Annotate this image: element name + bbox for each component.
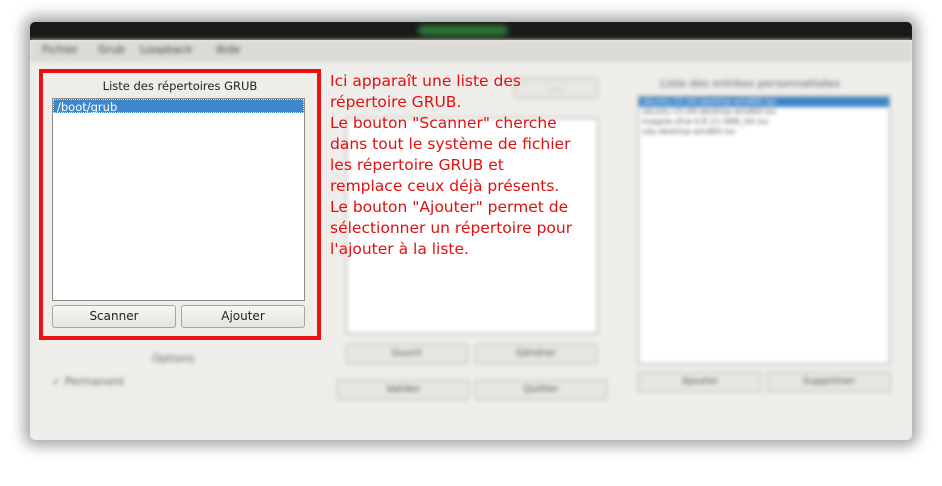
list-item[interactable]: sdy-desktop-amd64.iso xyxy=(639,127,889,137)
add-button[interactable]: Ajouter xyxy=(181,305,305,328)
annotation-line: Le bouton "Ajouter" permet de xyxy=(330,198,569,216)
menu-grub[interactable]: Grub xyxy=(98,43,125,56)
grub-directory-list[interactable]: /boot/grub xyxy=(52,98,305,301)
annotation-text: Ici apparaît une liste des répertoire GR… xyxy=(330,71,620,260)
annotation-line: Ici apparaît une liste des xyxy=(330,72,521,90)
annotation-line: remplace ceux déjà présents. xyxy=(330,177,560,195)
permanent-checkbox[interactable]: ✓ Permanent xyxy=(52,375,125,388)
scan-button[interactable]: Scanner xyxy=(52,305,176,328)
open-button[interactable]: Ouvrir xyxy=(346,344,468,364)
list-item[interactable]: /boot/grub xyxy=(53,99,304,114)
annotation-line: l'ajouter à la liste. xyxy=(330,240,469,258)
title-bar xyxy=(30,22,912,40)
menu-loopback[interactable]: Loopback xyxy=(140,43,193,56)
panel-title: Liste des répertoires GRUB xyxy=(102,79,258,93)
annotation-line: répertoire GRUB. xyxy=(330,93,462,111)
menu-fichier[interactable]: Fichier xyxy=(42,43,78,56)
add-entry-button[interactable]: Ajouter xyxy=(638,372,762,392)
list-item[interactable]: mageia-xfce-4.8.11-i486_64.iso xyxy=(639,117,889,127)
annotation-line: dans tout le système de fichier xyxy=(330,135,571,153)
list-item[interactable]: ubuntu-15.04-desktop-amd64.iso xyxy=(639,107,889,117)
menu-bar: Fichier Grub Loopback Aide xyxy=(30,40,912,61)
options-label: Options xyxy=(152,352,195,365)
quit-button[interactable]: Quitter xyxy=(475,380,607,400)
grub-directories-panel: Liste des répertoires GRUB /boot/grub Sc… xyxy=(39,69,321,340)
annotation-line: les répertoire GRUB et xyxy=(330,156,504,174)
custom-entries-title: Liste des entrées personnalisées xyxy=(660,77,841,90)
annotation-line: Le bouton "Scanner" cherche xyxy=(330,114,557,132)
permanent-label: Permanent xyxy=(64,375,125,388)
custom-entries-list[interactable]: ubuntu-15.04-desktop-amd64.iso ubuntu-15… xyxy=(638,96,890,364)
menu-aide[interactable]: Aide xyxy=(216,43,240,56)
validate-button[interactable]: Valider xyxy=(337,380,469,400)
list-item[interactable]: ubuntu-15.04-desktop-amd64.iso xyxy=(639,97,889,107)
window-title xyxy=(418,25,508,36)
annotation-line: sélectionner un répertoire pour xyxy=(330,219,573,237)
generate-button[interactable]: Générer xyxy=(475,344,597,364)
remove-entry-button[interactable]: Supprimer xyxy=(767,372,891,392)
